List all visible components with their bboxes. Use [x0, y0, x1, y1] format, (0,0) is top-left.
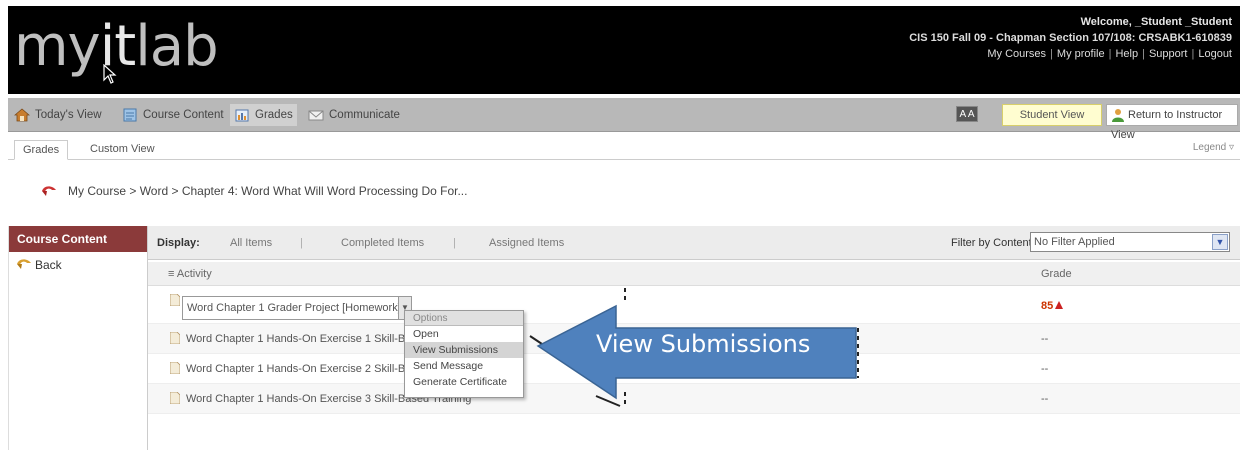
document-icon — [170, 392, 180, 404]
nav-grades[interactable]: Grades — [230, 104, 297, 126]
return-to-instructor-button[interactable]: Return to Instructor View — [1106, 104, 1238, 141]
header-user-info: Welcome, _Student _Student CIS 150 Fall … — [909, 14, 1232, 62]
content-type-value: No Filter Applied — [1034, 236, 1115, 248]
nav-course-content[interactable]: Course Content — [122, 104, 224, 126]
nav-label: Communicate — [329, 109, 400, 121]
student-view-button[interactable]: Student View — [1002, 104, 1102, 126]
grade-value: -- — [1041, 333, 1049, 345]
display-label: Display: — [157, 237, 200, 249]
display-filter-bar: Display: All Items | Completed Items | A… — [148, 226, 1240, 260]
breadcrumb-path[interactable]: My Course > Word > Chapter 4: Word What … — [68, 184, 467, 198]
course-title: CIS 150 Fall 09 - Chapman Section 107/10… — [909, 32, 1232, 44]
flag-icon — [1055, 301, 1063, 309]
activity-title[interactable]: Word Chapter 1 Hands-On Exercise 2 Skill… — [186, 363, 411, 375]
table-header: ≡ Activity Grade — [148, 262, 1240, 286]
activity-title-dropdown[interactable]: Word Chapter 1 Grader Project [Homework]… — [182, 296, 412, 320]
nav-label: Today's View — [35, 109, 102, 121]
mouse-cursor-icon — [103, 64, 117, 84]
nav-todays-view[interactable]: Today's View — [14, 104, 102, 126]
app-header: myitlab Welcome, _Student _Student CIS 1… — [8, 6, 1240, 94]
course-content-panel: Course Content Back — [8, 226, 148, 450]
content-type-select[interactable]: No Filter Applied ▼ — [1030, 232, 1230, 252]
legend-toggle[interactable]: Legend ▿ — [1193, 142, 1234, 153]
grade-value: -- — [1041, 393, 1049, 405]
return-label: Return to Instructor View — [1111, 109, 1223, 141]
welcome-text: Welcome, _Student _Student — [1080, 16, 1232, 28]
document-icon — [170, 294, 180, 306]
document-icon — [170, 332, 180, 344]
home-icon — [14, 108, 30, 122]
breadcrumb: My Course > Word > Chapter 4: Word What … — [40, 184, 467, 198]
my-courses-link[interactable]: My Courses — [987, 48, 1046, 60]
back-label: Back — [35, 258, 62, 272]
person-icon — [1112, 109, 1124, 123]
options-context-menu: Options Open View Submissions Send Messa… — [404, 310, 524, 398]
back-arrow-icon — [42, 186, 56, 196]
envelope-icon — [308, 110, 324, 121]
view-tabs: Grades Custom View Legend ▿ — [8, 138, 1240, 160]
back-arrow-icon — [17, 259, 31, 269]
options-menu-header: Options — [405, 311, 523, 326]
my-profile-link[interactable]: My profile — [1057, 48, 1105, 60]
text-size-button[interactable]: A A — [956, 106, 978, 122]
callout-label: View Submissions — [596, 330, 811, 358]
logo-lab: lab — [135, 14, 218, 79]
back-link[interactable]: Back — [15, 258, 147, 272]
activity-title[interactable]: Word Chapter 1 Hands-On Exercise 1 Skill… — [186, 333, 411, 345]
grade-column-header: Grade — [1041, 268, 1072, 280]
main-nav: Today's View Course Content Grades Commu… — [8, 98, 1240, 141]
document-icon — [170, 362, 180, 374]
grades-icon — [235, 109, 249, 122]
logout-link[interactable]: Logout — [1198, 48, 1232, 60]
filter-assigned-items[interactable]: Assigned Items — [489, 237, 564, 249]
menu-item-open[interactable]: Open — [405, 326, 523, 342]
nav-label: Grades — [255, 109, 293, 121]
nav-communicate[interactable]: Communicate — [308, 104, 400, 126]
filter-completed-items[interactable]: Completed Items — [341, 237, 424, 249]
header-links: My Courses | My profile | Help | Support | Logou… — [987, 48, 1232, 60]
help-link[interactable]: Help — [1115, 48, 1138, 60]
menu-item-generate-certificate[interactable]: Generate Certificate — [405, 374, 523, 390]
activity-title: Word Chapter 1 Grader Project [Homework] — [187, 302, 401, 314]
tab-custom-view[interactable]: Custom View — [82, 140, 163, 160]
chevron-down-icon[interactable]: ▼ — [1212, 234, 1228, 250]
menu-item-view-submissions[interactable]: View Submissions — [405, 342, 523, 358]
logo-my: my — [14, 14, 101, 79]
tab-grades[interactable]: Grades — [14, 140, 69, 160]
grade-value: -- — [1041, 363, 1049, 375]
activity-column-header[interactable]: ≡ Activity — [168, 268, 212, 280]
nav-label: Course Content — [143, 109, 224, 121]
grade-value[interactable]: 85 — [1041, 300, 1053, 312]
support-link[interactable]: Support — [1149, 48, 1188, 60]
course-content-header: Course Content — [9, 226, 147, 252]
menu-item-send-message[interactable]: Send Message — [405, 358, 523, 374]
filter-all-items[interactable]: All Items — [230, 237, 272, 249]
course-content-icon — [123, 108, 137, 122]
